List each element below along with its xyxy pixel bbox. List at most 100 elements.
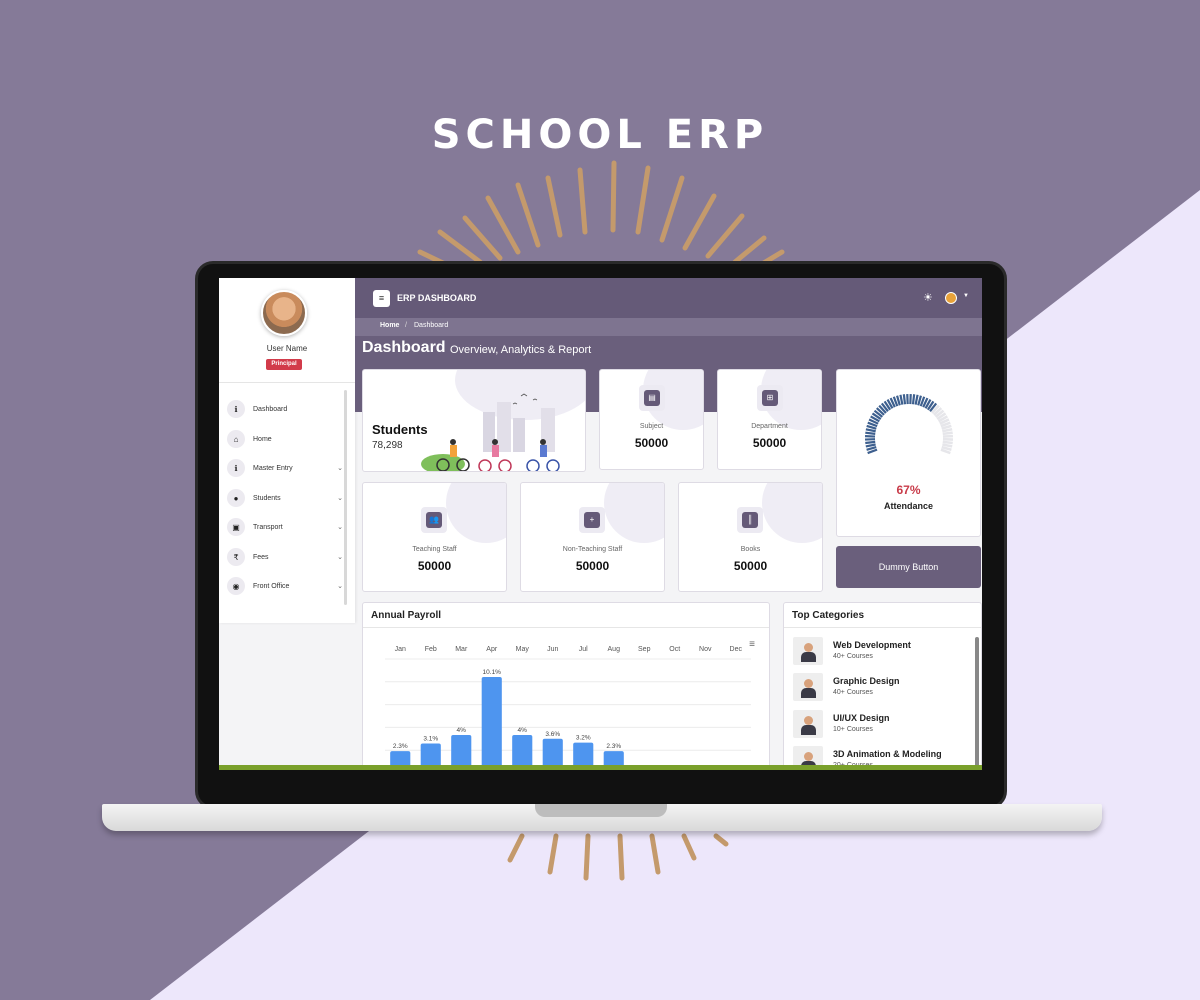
dummy-button[interactable]: Dummy Button bbox=[836, 546, 981, 588]
category-name: UI/UX Design bbox=[833, 713, 890, 723]
books-label: Books bbox=[740, 546, 761, 553]
data-label: 10.1% bbox=[483, 669, 502, 676]
info-icon: ℹ bbox=[227, 400, 245, 418]
screen-bottom-bar bbox=[219, 765, 982, 770]
card-blob bbox=[762, 483, 822, 543]
sidebar-item-students[interactable]: ● Students ⌄ bbox=[227, 487, 343, 509]
chevron-down-icon: ⌄ bbox=[337, 495, 343, 502]
info-icon: ℹ bbox=[227, 459, 245, 477]
x-tick-label: Dec bbox=[730, 646, 743, 653]
sidebar-item-label: Dashboard bbox=[253, 405, 288, 413]
subject-label: Subject bbox=[639, 423, 664, 430]
sidebar-item-label: Front Office bbox=[253, 582, 290, 590]
breadcrumb-home[interactable]: Home bbox=[380, 322, 399, 329]
sidebar-item-dashboard[interactable]: ℹ Dashboard bbox=[227, 398, 343, 420]
user-avatar-icon[interactable] bbox=[945, 292, 957, 304]
annual-payroll-panel: Annual Payroll ≡ Jan 2.3% Feb 3.1% Mar 4% Apr 1… bbox=[362, 602, 770, 770]
breadcrumb: Home / Dashboard bbox=[355, 318, 982, 336]
panel-divider bbox=[784, 627, 981, 628]
sidebar-item-label: Transport bbox=[253, 523, 283, 531]
laptop-screen: User Name Principal ℹ Dashboard ⌂ Home ℹ… bbox=[219, 278, 982, 770]
category-item[interactable]: Graphic Design 40+ Courses bbox=[793, 673, 963, 703]
teaching-staff-card[interactable]: 👥 Teaching Staff 50000 bbox=[362, 482, 507, 592]
home-icon: ⌂ bbox=[227, 430, 245, 448]
top-categories-title: Top Categories bbox=[792, 610, 865, 621]
x-tick-label: Jan bbox=[395, 646, 406, 653]
top-categories-panel: Top Categories Web Development 40+ Cours… bbox=[783, 602, 982, 770]
category-item[interactable]: Web Development 40+ Courses bbox=[793, 637, 963, 667]
sidebar-divider bbox=[219, 382, 355, 383]
x-tick-label: Sep bbox=[638, 646, 651, 653]
sidebar-item-fees[interactable]: ₹ Fees ⌄ bbox=[227, 546, 343, 568]
categories-scrollbar[interactable] bbox=[975, 637, 979, 770]
department-card[interactable]: ⊞ Department 50000 bbox=[717, 369, 822, 470]
books-value: 50000 bbox=[733, 559, 768, 573]
sun-icon[interactable]: ☀ bbox=[923, 292, 935, 304]
gauge-tick-empty bbox=[942, 443, 953, 448]
sidebar-item-front-office[interactable]: ◉ Front Office ⌄ bbox=[227, 575, 343, 597]
category-thumbnail bbox=[793, 673, 823, 701]
sidebar-item-home[interactable]: ⌂ Home bbox=[227, 428, 343, 450]
panel-divider bbox=[363, 627, 769, 628]
breadcrumb-separator: / bbox=[405, 322, 407, 329]
x-tick-label: Jun bbox=[547, 646, 558, 653]
category-item[interactable]: UI/UX Design 10+ Courses bbox=[793, 710, 963, 740]
department-label: Department bbox=[751, 423, 788, 430]
chevron-down-icon: ⌄ bbox=[337, 465, 343, 472]
rupee-icon: ₹ bbox=[227, 548, 245, 566]
avatar[interactable] bbox=[261, 290, 307, 336]
category-courses: 40+ Courses bbox=[833, 653, 873, 660]
card-blob bbox=[604, 483, 664, 543]
x-tick-label: Apr bbox=[486, 646, 498, 653]
data-label: 4% bbox=[457, 727, 467, 734]
x-tick-label: May bbox=[516, 646, 530, 653]
category-thumbnail bbox=[793, 637, 823, 665]
hierarchy-icon: ⊞ bbox=[757, 385, 783, 411]
teaching-staff-label: Teaching Staff bbox=[412, 546, 457, 553]
subject-value: 50000 bbox=[634, 436, 669, 450]
card-blob bbox=[446, 483, 506, 543]
bar bbox=[481, 677, 502, 770]
x-tick-label: Jul bbox=[579, 646, 588, 653]
books-card[interactable]: ║ Books 50000 bbox=[678, 482, 823, 592]
attendance-card[interactable]: 67% Attendance bbox=[836, 369, 981, 537]
caret-down-icon[interactable]: ▼ bbox=[963, 293, 969, 299]
gauge-tick-filled bbox=[911, 394, 916, 405]
data-label: 3.6% bbox=[545, 731, 560, 738]
teaching-staff-value: 50000 bbox=[417, 559, 452, 573]
gauge-tick-filled bbox=[865, 443, 876, 448]
gauge-tick-filled bbox=[865, 440, 876, 445]
payroll-title: Annual Payroll bbox=[371, 610, 442, 621]
role-badge: Principal bbox=[266, 359, 302, 370]
chevron-down-icon: ⌄ bbox=[337, 583, 343, 590]
sidebar-item-master-entry[interactable]: ℹ Master Entry ⌄ bbox=[227, 457, 343, 479]
attendance-percent: 67% bbox=[896, 483, 921, 497]
sidebar-item-transport[interactable]: ▣ Transport ⌄ bbox=[227, 516, 343, 538]
attendance-gauge bbox=[864, 393, 954, 455]
users-icon: 👥 bbox=[421, 507, 447, 533]
students-card[interactable]: Students 78,298 bbox=[362, 369, 586, 472]
car-icon: ◉ bbox=[227, 577, 245, 595]
subject-card[interactable]: ▤ Subject 50000 bbox=[599, 369, 704, 470]
category-courses: 40+ Courses bbox=[833, 689, 873, 696]
hamburger-menu-button[interactable]: ≡ bbox=[373, 290, 390, 307]
students-title: Students bbox=[372, 422, 428, 437]
poster-title: SCHOOL ERP bbox=[431, 112, 769, 158]
non-teaching-staff-card[interactable]: + Non-Teaching Staff 50000 bbox=[520, 482, 665, 592]
x-tick-label: Feb bbox=[425, 646, 437, 653]
breadcrumb-current: Dashboard bbox=[414, 322, 449, 329]
page-subtitle: Overview, Analytics & Report bbox=[450, 344, 592, 356]
sidebar: User Name Principal ℹ Dashboard ⌂ Home ℹ… bbox=[219, 278, 355, 623]
data-label: 4% bbox=[518, 727, 528, 734]
non-teaching-staff-label: Non-Teaching Staff bbox=[562, 546, 623, 553]
gauge-tick-empty bbox=[942, 428, 953, 433]
gauge-tick-filled bbox=[865, 431, 876, 435]
bus-icon: ▣ bbox=[227, 518, 245, 536]
sidebar-scrollbar[interactable] bbox=[344, 390, 347, 605]
x-tick-label: Aug bbox=[608, 646, 621, 653]
payroll-bar-chart: Jan 2.3% Feb 3.1% Mar 4% Apr 10.1% May 4% Jun 3.6% J… bbox=[385, 646, 751, 770]
sidebar-item-label: Master Entry bbox=[253, 464, 293, 472]
x-tick-label: Oct bbox=[669, 646, 680, 653]
library-icon: ║ bbox=[737, 507, 763, 533]
gauge-tick-filled bbox=[902, 394, 907, 405]
